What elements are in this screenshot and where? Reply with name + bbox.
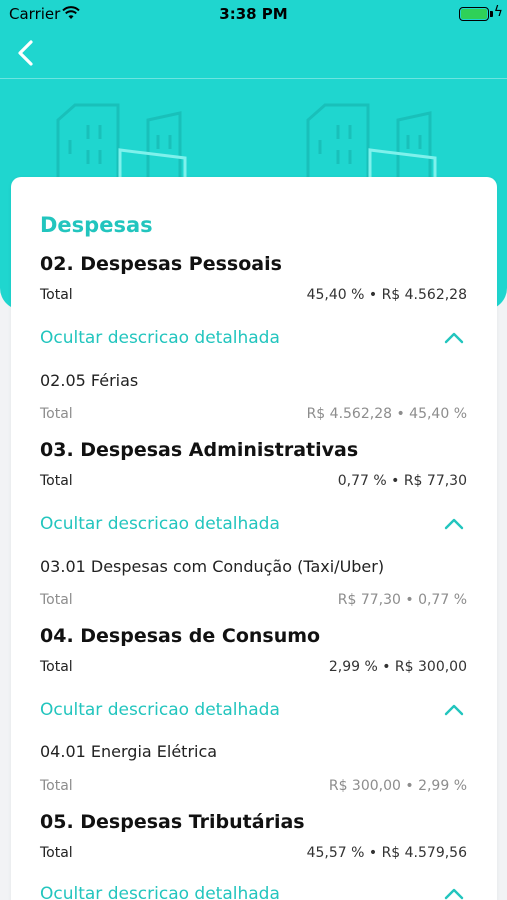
status-bar: Carrier 3:38 PM ϟ bbox=[0, 0, 507, 28]
screen: Carrier 3:38 PM ϟ Despesas 02. Despesas … bbox=[0, 0, 507, 900]
toggle-detail-button[interactable]: Ocultar descricao detalhada bbox=[40, 514, 280, 534]
section-title: 04. Despesas de Consumo bbox=[40, 625, 321, 647]
total-label: Total bbox=[40, 287, 73, 303]
section-title: 03. Despesas Administrativas bbox=[40, 439, 359, 461]
detail-item-name: 03.01 Despesas com Condução (Taxi/Uber) bbox=[40, 557, 385, 576]
toggle-detail-button[interactable]: Ocultar descricao detalhada bbox=[40, 700, 280, 720]
buildings-illustration bbox=[56, 103, 437, 190]
card-title: Despesas bbox=[40, 213, 153, 237]
detail-total-value: R$ 77,30 • 0,77 % bbox=[337, 592, 467, 608]
chevron-left-icon bbox=[18, 40, 33, 66]
expenses-card: Despesas 02. Despesas Pessoais Total 45,… bbox=[11, 177, 497, 900]
detail-item-name: 04.01 Energia Elétrica bbox=[40, 742, 218, 761]
detail-total-value: R$ 4.562,28 • 45,40 % bbox=[306, 406, 467, 422]
header-divider bbox=[0, 78, 507, 79]
total-value: 45,40 % • R$ 4.562,28 bbox=[306, 287, 467, 303]
total-value: 45,57 % • R$ 4.579,56 bbox=[306, 845, 467, 861]
total-label: Total bbox=[40, 473, 73, 489]
back-button[interactable] bbox=[10, 36, 44, 70]
detail-total-label: Total bbox=[40, 592, 73, 608]
detail-item-name: 02.05 Férias bbox=[40, 371, 139, 390]
total-label: Total bbox=[40, 659, 73, 675]
charging-icon: ϟ bbox=[493, 4, 503, 20]
detail-total-label: Total bbox=[40, 778, 73, 794]
total-value: 0,77 % • R$ 77,30 bbox=[337, 473, 467, 489]
chevron-up-icon[interactable] bbox=[443, 516, 465, 532]
total-value: 2,99 % • R$ 300,00 bbox=[328, 659, 467, 675]
chevron-up-icon[interactable] bbox=[443, 702, 465, 718]
battery-icon bbox=[459, 7, 489, 21]
battery-tip bbox=[490, 11, 493, 17]
section-title: 02. Despesas Pessoais bbox=[40, 253, 282, 275]
detail-total-value: R$ 300,00 • 2,99 % bbox=[328, 778, 467, 794]
detail-total-label: Total bbox=[40, 406, 73, 422]
toggle-detail-button[interactable]: Ocultar descricao detalhada bbox=[40, 884, 280, 900]
section-title: 05. Despesas Tributárias bbox=[40, 811, 305, 833]
total-label: Total bbox=[40, 845, 73, 861]
toggle-detail-button[interactable]: Ocultar descricao detalhada bbox=[40, 328, 280, 348]
chevron-up-icon[interactable] bbox=[443, 886, 465, 900]
chevron-up-icon[interactable] bbox=[443, 330, 465, 346]
clock: 3:38 PM bbox=[219, 5, 288, 23]
